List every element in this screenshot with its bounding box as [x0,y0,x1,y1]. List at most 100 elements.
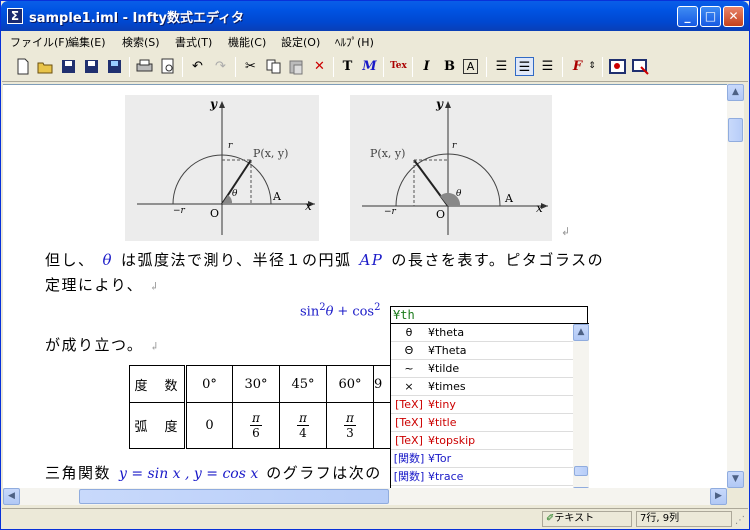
paste-icon[interactable] [287,57,306,76]
autocomplete-item[interactable]: [TeX] ¥topskip [391,432,573,450]
autocomplete-item[interactable]: θ ¥theta [391,324,573,342]
toolbar-separator [602,57,603,77]
scroll-down-icon[interactable]: ▼ [727,471,744,488]
copy-icon[interactable] [264,57,283,76]
save-all-icon[interactable] [105,57,124,76]
paragraph-line-2: 定理により、 ↲ [45,274,160,295]
autocomplete-item[interactable]: × ¥times [391,378,573,396]
window-title: sample1.iml - Infty数式エディタ [29,11,245,26]
table-row: 度 数 0° 30° 45° 60° 9 [129,365,404,403]
save-icon[interactable] [59,57,78,76]
scroll-thumb[interactable] [728,118,743,142]
boxed-text-button[interactable]: A [463,59,478,74]
radius-label: r [452,141,457,151]
scroll-up-icon[interactable]: ▲ [727,84,744,101]
autocomplete-item-label: ¥trace [428,470,464,483]
spin-arrows-icon[interactable]: ⇕ [587,57,597,76]
align-right-icon[interactable]: ☰ [538,57,557,76]
autocomplete-item[interactable]: [TeX] ¥tiny [391,396,573,414]
menu-file[interactable]: ファイル(F) [10,34,69,50]
font-size-button[interactable]: F [568,57,587,76]
axis-label-x: x [536,201,543,215]
bold-button[interactable]: B [440,57,459,76]
toolbar-separator [129,57,130,77]
menu-function[interactable]: 機能(C) [228,34,266,50]
toolbar-separator [182,57,183,77]
autocomplete-item-label: ¥title [428,416,457,429]
neg-radius-label: −r [173,206,185,216]
delete-icon[interactable]: ✕ [310,57,329,76]
cut-icon[interactable]: ✂ [241,57,260,76]
autocomplete-item[interactable]: [関数] ¥trace [391,468,573,486]
autocomplete-item[interactable]: ~ ¥tilde [391,360,573,378]
table-cell: π6 [232,402,280,449]
status-panel [6,511,536,527]
scroll-right-icon[interactable]: ▶ [710,488,727,505]
align-center-icon[interactable]: ☰ [515,57,534,76]
title-bar[interactable]: Σ sample1.iml - Infty数式エディタ _ □ ✕ [1,1,749,31]
fraction-numerator: π [250,411,262,426]
tex-button[interactable]: Tex [389,57,408,76]
minimize-button[interactable]: _ [677,6,698,27]
math-sin: sin [300,304,320,320]
align-left-icon[interactable]: ☰ [492,57,511,76]
menu-bar: ファイル(F) 編集(E) 検索(S) 書式(T) 機能(C) 設定(O) ﾍﾙ… [2,31,748,51]
italic-button[interactable]: I [417,57,436,76]
scroll-thumb[interactable] [79,489,389,504]
text-run: 三角関数 [45,464,112,482]
autocomplete-item-label: ¥tiny [428,398,456,411]
maximize-button[interactable]: □ [700,6,721,27]
toolbar-separator [235,57,236,77]
undo-icon[interactable]: ↶ [188,57,207,76]
app-sigma-icon[interactable]: Σ [7,8,23,24]
table-cell: 0 [185,402,233,449]
autocomplete-item-symbol: × [404,380,414,393]
new-file-icon[interactable] [13,57,32,76]
popup-scrollbar[interactable]: ▲ ▼ [573,324,589,504]
scroll-thumb[interactable] [574,466,588,476]
menu-search[interactable]: 検索(S) [122,34,160,50]
horizontal-scrollbar[interactable]: ◀ ▶ [3,488,727,505]
paragraph-line-1: 但し、 θ は弧度法で測り、半径１の円弧 AP の長さを表す。ピタゴラスの [45,249,604,270]
autocomplete-item-symbol: ~ [404,362,414,375]
autocomplete-item[interactable]: Θ ¥Theta [391,342,573,360]
menu-format[interactable]: 書式(T) [175,34,212,50]
image-select-icon[interactable] [631,57,650,76]
table-cell: π3 [326,402,374,449]
autocomplete-item[interactable]: [TeX] ¥title [391,414,573,432]
menu-help[interactable]: ﾍﾙﾌﾟ(H) [335,34,374,50]
math-input-field[interactable]: ¥th [390,306,588,324]
redo-icon[interactable]: ↷ [211,57,230,76]
open-folder-icon[interactable] [36,57,55,76]
autocomplete-item-symbol: [関数] [393,452,425,465]
insert-image-icon[interactable] [608,57,627,76]
theta-label: θ [232,189,238,199]
autocomplete-item[interactable]: [関数] ¥Tor [391,450,573,468]
math-mode-button[interactable]: M [360,57,379,76]
text-run: 定理により、 [45,276,144,294]
scroll-up-icon[interactable]: ▲ [573,324,589,341]
print-icon[interactable] [135,57,154,76]
text-mode-button[interactable]: T [338,57,357,76]
neg-radius-label: −r [384,207,396,217]
figure-right: y x O A P(x, y) r −r θ [350,95,552,241]
origin-label: O [210,207,220,220]
autocomplete-item-label: ¥topskip [428,434,476,447]
point-p-label: P(x, y) [253,147,289,160]
text-run: の長さを表す。ピタゴラスの [391,251,605,269]
print-preview-icon[interactable] [158,57,177,76]
save-as-icon[interactable] [82,57,101,76]
menu-settings[interactable]: 設定(O) [281,34,320,50]
autocomplete-item-symbol: [TeX] [395,416,423,429]
scroll-left-icon[interactable]: ◀ [3,488,20,505]
size-grip-icon[interactable]: ⋰ [735,515,745,526]
angle-table: 度 数 0° 30° 45° 60° 9 弧 度 0 π6 π4 π3 [129,365,404,449]
text-run: 但し、 [45,251,95,269]
vertical-scrollbar[interactable]: ▲ ▼ [727,84,744,488]
toolbar-separator [383,57,384,77]
autocomplete-item-symbol: θ [405,326,413,339]
autocomplete-item-symbol: [TeX] [395,398,423,411]
math-functions: y = sin x , y = cos x [119,466,259,482]
menu-edit[interactable]: 編集(E) [68,34,106,50]
close-button[interactable]: ✕ [723,6,744,27]
